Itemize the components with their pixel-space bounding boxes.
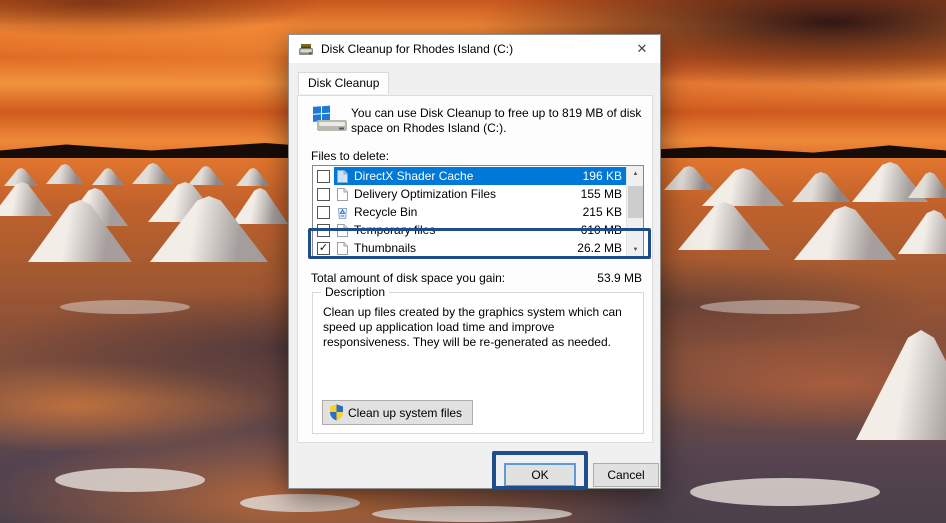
file-size: 215 KB — [582, 205, 622, 219]
file-size: 26.2 MB — [577, 241, 622, 255]
intro-text: You can use Disk Cleanup to free up to 8… — [351, 106, 642, 135]
scrollbar-thumb[interactable] — [628, 186, 643, 218]
files-to-delete-label: Files to delete: — [311, 149, 390, 163]
file-row[interactable]: ✓ Thumbnails 26.2 MB — [313, 239, 626, 257]
file-icon — [336, 187, 349, 202]
files-list[interactable]: DirectX Shader Cache 196 KB Delivery Optim… — [312, 165, 644, 259]
file-row[interactable]: DirectX Shader Cache 196 KB — [313, 167, 626, 185]
cancel-button[interactable]: Cancel — [593, 463, 659, 487]
disk-cleanup-tab-page: You can use Disk Cleanup to free up to 8… — [297, 95, 653, 443]
file-row-body[interactable]: Thumbnails 26.2 MB — [334, 239, 626, 257]
file-icon-blue — [336, 169, 349, 184]
checkbox-checked[interactable]: ✓ — [317, 241, 330, 255]
file-row-body[interactable]: Temporary files 610 MB — [334, 221, 626, 239]
desktop: Disk Cleanup for Rhodes Island (C:) ✕ Di… — [0, 0, 946, 523]
tab-disk-cleanup[interactable]: Disk Cleanup — [298, 72, 390, 94]
file-size: 610 MB — [580, 223, 622, 237]
file-row[interactable]: Recycle Bin 215 KB — [313, 203, 626, 221]
recycle-bin-icon — [336, 205, 349, 220]
file-size: 196 KB — [582, 169, 622, 183]
total-gain-label: Total amount of disk space you gain: — [311, 271, 506, 285]
files-list-scrollbar[interactable]: ▲ ▼ — [626, 166, 643, 258]
uac-shield-icon — [330, 404, 343, 421]
file-name: Delivery Optimization Files — [354, 187, 497, 201]
checkbox-unchecked[interactable] — [317, 187, 330, 201]
window-title: Disk Cleanup for Rhodes Island (C:) — [321, 42, 514, 56]
tab-strip: Disk Cleanup — [289, 63, 660, 95]
disk-cleanup-app-icon — [299, 43, 313, 55]
title-bar: Disk Cleanup for Rhodes Island (C:) ✕ — [289, 35, 660, 63]
file-name: Recycle Bin — [354, 205, 418, 219]
ok-button-label: OK — [531, 468, 549, 482]
file-row-body[interactable]: Recycle Bin 215 KB — [334, 203, 626, 221]
file-row-body[interactable]: Delivery Optimization Files 155 MB — [334, 185, 626, 203]
file-icon — [336, 223, 349, 238]
cancel-button-label: Cancel — [607, 468, 645, 482]
checkbox-unchecked[interactable] — [317, 169, 330, 183]
close-button[interactable]: ✕ — [625, 36, 659, 62]
file-size: 155 MB — [580, 187, 622, 201]
clean-up-system-files-button[interactable]: Clean up system files — [322, 400, 474, 425]
ok-button[interactable]: OK — [504, 463, 576, 487]
total-gain-value: 53.9 MB — [597, 271, 642, 285]
file-row[interactable]: Temporary files 610 MB — [313, 221, 626, 239]
clean-up-system-files-label: Clean up system files — [348, 405, 463, 420]
description-groupbox: Description Clean up files created by th… — [312, 285, 644, 434]
file-row[interactable]: Delivery Optimization Files 155 MB — [313, 185, 626, 203]
file-row-body[interactable]: DirectX Shader Cache 196 KB — [334, 167, 626, 185]
description-text: Clean up files created by the graphics s… — [323, 305, 622, 349]
file-icon — [336, 241, 349, 256]
checkbox-unchecked[interactable] — [317, 205, 330, 219]
files-list-rows: DirectX Shader Cache 196 KB Delivery Optim… — [313, 167, 626, 257]
scroll-up-icon[interactable]: ▲ — [627, 166, 644, 182]
description-group-label: Description — [321, 285, 390, 299]
disk-cleanup-dialog: Disk Cleanup for Rhodes Island (C:) ✕ Di… — [288, 34, 661, 490]
file-name: DirectX Shader Cache — [354, 169, 474, 183]
checkbox-unchecked[interactable] — [317, 223, 330, 237]
scroll-down-icon[interactable]: ▼ — [627, 242, 644, 258]
file-name: Temporary files — [354, 223, 436, 237]
close-icon: ✕ — [636, 41, 648, 56]
file-name: Thumbnails — [354, 241, 417, 255]
drive-windows-icon — [313, 105, 347, 131]
